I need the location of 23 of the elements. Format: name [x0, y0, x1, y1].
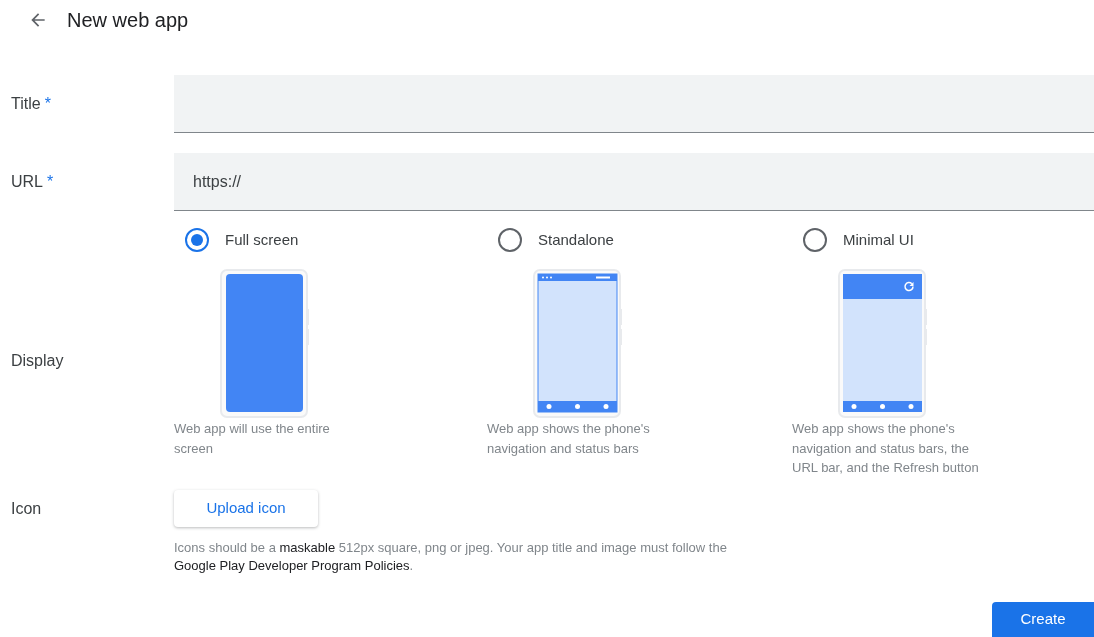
- help-text: Icons should be a maskable 512px square, png or jpeg. Your app title and image must follow the Google Play Developer Program Policies.: [174, 539, 728, 575]
- option-description: Web app will use the entire screen: [174, 420, 331, 458]
- radio-button[interactable]: [803, 228, 827, 252]
- required-mark: *: [44, 94, 51, 114]
- field-label: Display: [11, 352, 64, 369]
- create-button[interactable]: Create: [992, 602, 1094, 637]
- radio-label[interactable]: Standalone: [538, 228, 614, 252]
- field-label: Title: [11, 94, 41, 114]
- field-label: Icon: [11, 500, 42, 517]
- policy-link[interactable]: Google Play Developer Program Policies: [174, 558, 410, 573]
- radio-button[interactable]: [498, 228, 522, 252]
- input-field[interactable]: https://: [174, 153, 1094, 211]
- radio-label[interactable]: Full screen: [225, 228, 299, 252]
- field-label: URL: [11, 172, 43, 192]
- option-description: Web app shows the phone's navigation and status bars, the URL bar, and the Refresh button: [792, 420, 980, 477]
- input-field[interactable]: [174, 75, 1094, 133]
- policy-link[interactable]: maskable: [279, 540, 336, 555]
- radio-button[interactable]: [185, 228, 209, 252]
- page-title: New web app: [67, 8, 189, 33]
- radio-label[interactable]: Minimal UI: [843, 228, 914, 252]
- option-description: Web app shows the phone's navigation and status bars: [487, 420, 651, 458]
- required-mark: *: [47, 172, 54, 192]
- upload-icon-button[interactable]: Upload icon: [174, 490, 318, 527]
